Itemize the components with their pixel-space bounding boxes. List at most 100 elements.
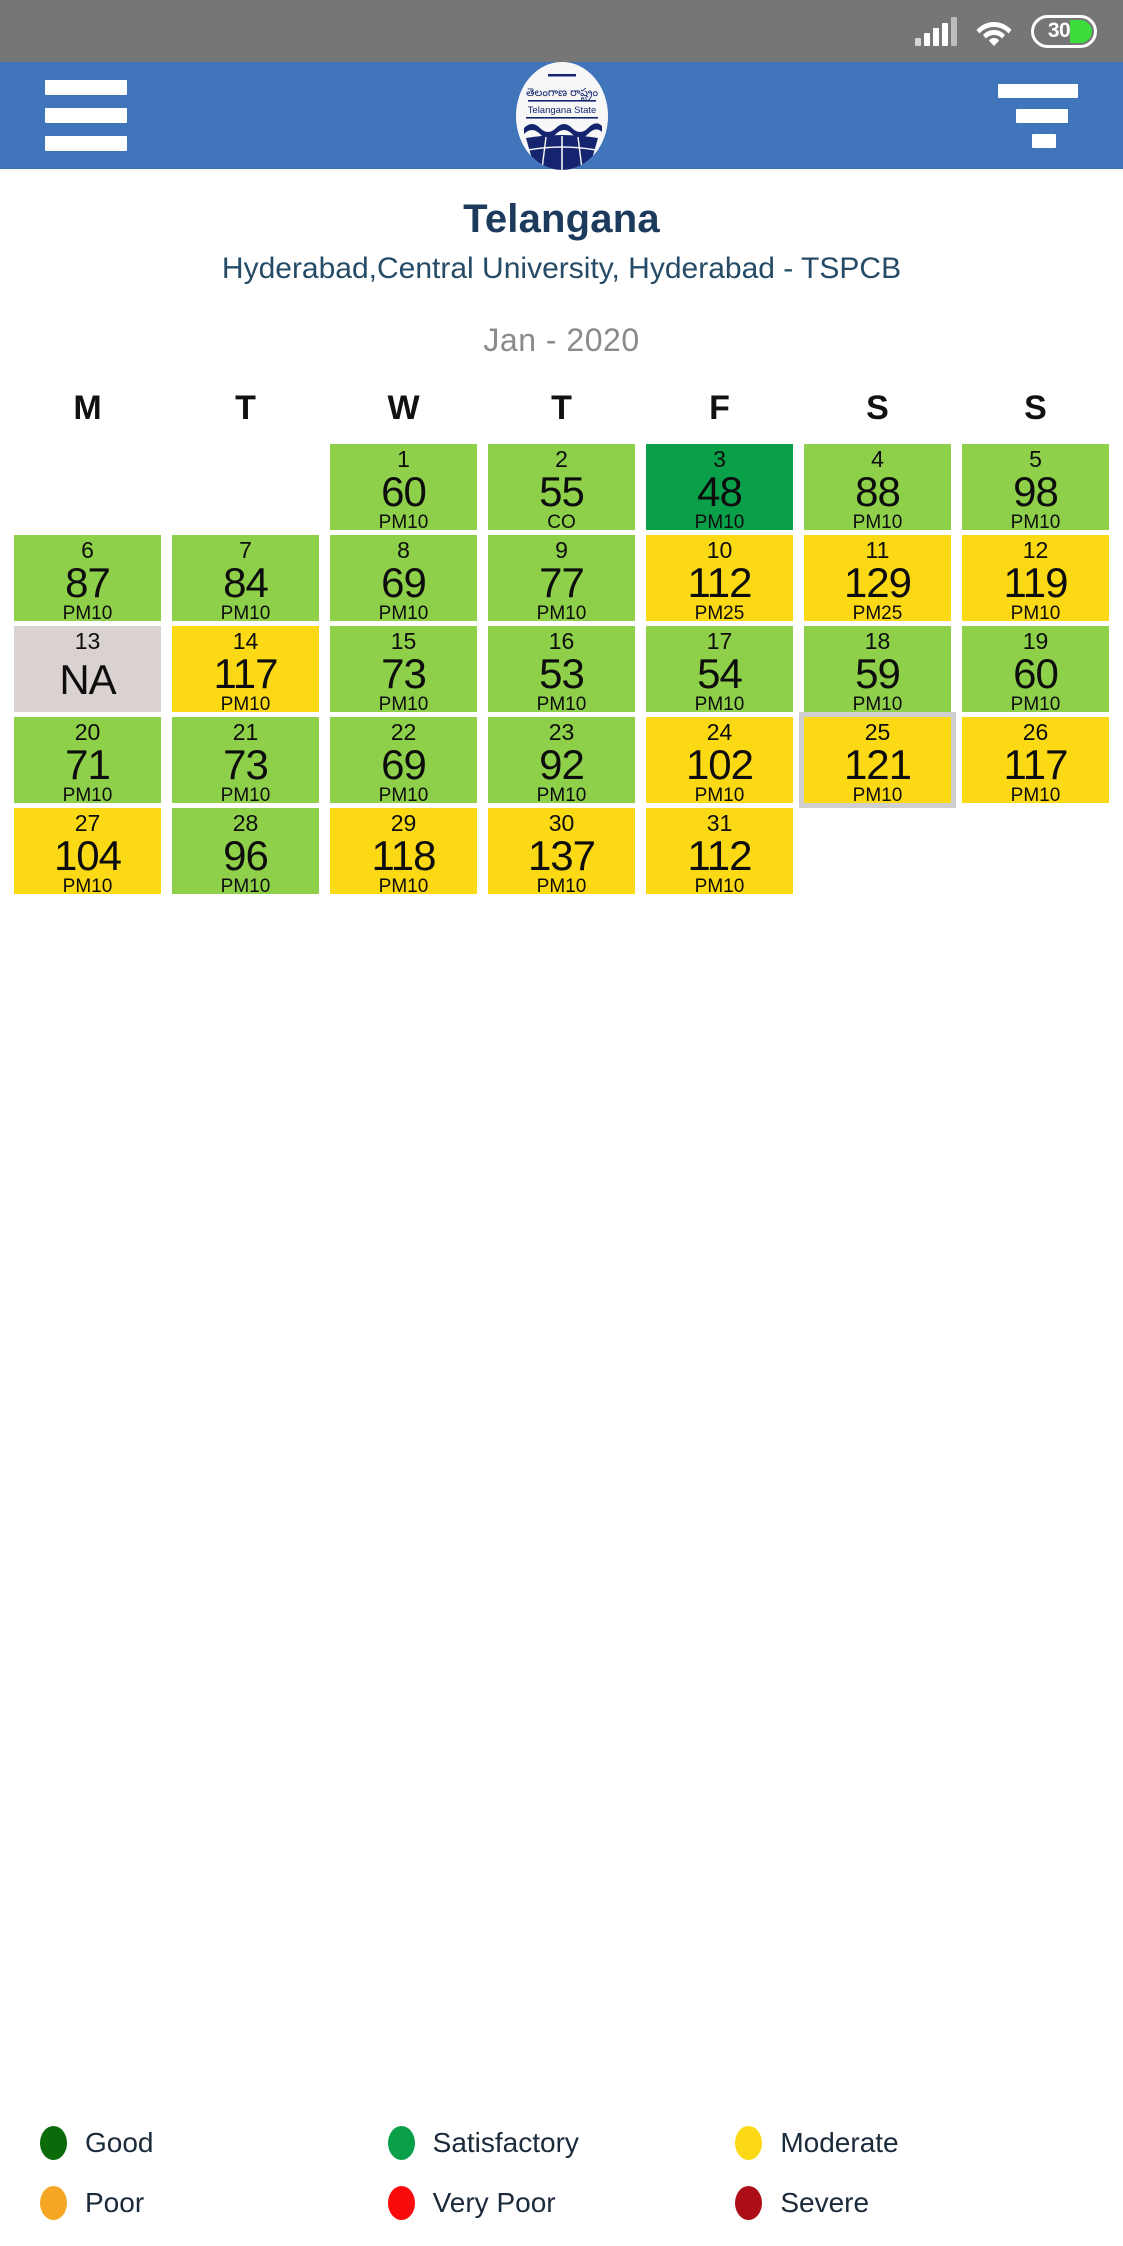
cellular-signal-icon (915, 16, 957, 46)
aqi-value: 69 (381, 741, 427, 788)
calendar-day-cell[interactable]: 27 104 PM10 (14, 808, 161, 896)
pollutant-label: PM10 (378, 785, 429, 806)
calendar-cell-slot: 13 NA (14, 626, 161, 712)
svg-text:Telangana State: Telangana State (527, 105, 596, 116)
calendar-day-cell[interactable]: 13 NA (14, 626, 161, 712)
calendar-cell-slot: 30 137 PM10 (488, 808, 635, 897)
calendar-cell-slot: 18 59 PM10 (804, 626, 951, 715)
calendar-day-cell[interactable]: 6 87 PM10 (14, 535, 161, 624)
calendar-day-cell[interactable]: 19 60 PM10 (962, 626, 1109, 715)
calendar-cell-empty (962, 808, 1109, 894)
status-bar: 30 (0, 0, 1123, 62)
calendar-cell-slot: 6 87 PM10 (14, 535, 161, 624)
calendar-day-cell[interactable]: 18 59 PM10 (804, 626, 951, 715)
calendar-cell-empty (804, 808, 951, 894)
aqi-value: 59 (855, 650, 901, 697)
pollutant-label: PM10 (536, 785, 587, 806)
wifi-icon (975, 16, 1013, 46)
weekday-header: M (73, 389, 102, 427)
calendar-day-cell[interactable]: 31 112 PM10 (646, 808, 793, 897)
weekday-header-row: MTWTFSS (14, 389, 1109, 434)
calendar-day-cell[interactable]: 25 121 PM10 (799, 712, 956, 808)
pollutant-label: PM10 (62, 785, 113, 806)
calendar-cell-slot: 21 73 PM10 (172, 717, 319, 806)
legend-color-dot (387, 2126, 415, 2160)
calendar-day-cell[interactable]: 8 69 PM10 (330, 535, 477, 624)
pollutant-label: PM10 (1010, 785, 1061, 806)
calendar-day-cell[interactable]: 28 96 PM10 (172, 808, 319, 896)
calendar-cell-slot: 20 71 PM10 (14, 717, 161, 806)
calendar-week-row: 13 NA 14 117 PM10 15 73 PM10 16 53 PM10 17 54 PM10 18 5… (14, 626, 1109, 715)
calendar-day-cell[interactable]: 24 102 PM10 (646, 717, 793, 806)
calendar-day-cell[interactable]: 30 137 PM10 (488, 808, 635, 897)
calendar-day-cell[interactable]: 2 55 CO (488, 444, 635, 532)
aqi-value: 117 (1003, 741, 1069, 788)
weekday-header: T (235, 389, 256, 427)
weekday-header: S (1024, 389, 1047, 427)
calendar-day-cell[interactable]: 17 54 PM10 (646, 626, 793, 714)
calendar-cell-slot: 15 73 PM10 (330, 626, 477, 715)
calendar-day-cell[interactable]: 4 88 PM10 (804, 444, 951, 532)
calendar-day-cell[interactable]: 10 112 PM25 (646, 535, 793, 623)
pollutant-label: PM10 (536, 603, 587, 624)
pollutant-label: PM10 (536, 876, 587, 897)
pollutant-label: PM10 (694, 785, 745, 806)
calendar-cell-slot: 1 60 PM10 (330, 444, 477, 532)
calendar-day-cell[interactable]: 12 119 PM10 (962, 535, 1109, 623)
calendar-day-cell[interactable]: 11 129 PM25 (804, 535, 951, 623)
calendar-day-cell[interactable]: 16 53 PM10 (488, 626, 635, 714)
calendar-day-cell[interactable]: 3 48 PM10 (646, 444, 793, 532)
day-number: 13 (74, 628, 101, 654)
aqi-value: 98 (1013, 468, 1059, 515)
calendar-day-cell[interactable]: 22 69 PM10 (330, 717, 477, 806)
calendar-day-cell[interactable]: 14 117 PM10 (172, 626, 319, 714)
hamburger-menu-icon[interactable] (45, 80, 127, 151)
pollutant-label: PM10 (378, 603, 429, 624)
aqi-value: 60 (1013, 650, 1059, 697)
calendar-cell-empty (172, 444, 319, 530)
calendar-week-row: 6 87 PM10 7 84 PM10 8 69 PM10 9 77 PM10 10 112 PM25 11 1… (14, 535, 1109, 624)
calendar-cell-slot: 7 84 PM10 (172, 535, 319, 623)
legend-row: Good Satisfactory Moderate (40, 2126, 1083, 2160)
legend-item: Good (40, 2126, 388, 2160)
calendar-day-cell[interactable]: 1 60 PM10 (330, 444, 477, 532)
legend-row: Poor Very Poor Severe (40, 2186, 1083, 2220)
calendar-day-cell[interactable]: 7 84 PM10 (172, 535, 319, 623)
legend-color-dot (735, 2186, 763, 2220)
calendar-day-cell[interactable]: 26 117 PM10 (962, 717, 1109, 806)
calendar-cell-slot (804, 808, 951, 894)
pollutant-label: PM10 (378, 694, 429, 715)
aqi-value: 137 (527, 832, 596, 879)
pollutant-label: PM10 (62, 603, 113, 624)
calendar-day-cell[interactable]: 21 73 PM10 (172, 717, 319, 806)
aqi-value: 48 (697, 468, 743, 515)
calendar-cell-slot: 26 117 PM10 (962, 717, 1109, 806)
aqi-value: 53 (539, 650, 585, 697)
legend-color-dot (387, 2186, 415, 2220)
pollutant-label: PM10 (1010, 694, 1061, 715)
station-subtitle: Hyderabad,Central University, Hyderabad … (221, 252, 902, 285)
aqi-value: 104 (53, 832, 122, 879)
aqi-value: 88 (855, 468, 901, 515)
calendar-day-cell[interactable]: 9 77 PM10 (488, 535, 635, 624)
calendar-cell-slot (14, 444, 161, 530)
calendar-cell-slot: 28 96 PM10 (172, 808, 319, 896)
aqi-calendar: M T W T F S S 1 60 PM10 2 55 CO 3 48 PM10 4 88 PM10 5 98 PM1… (0, 389, 1123, 897)
filter-icon[interactable] (998, 83, 1078, 148)
legend-label: Good (85, 2127, 154, 2158)
legend-label: Very Poor (432, 2187, 556, 2218)
aqi-value: 119 (1003, 559, 1069, 606)
aqi-legend: Good Satisfactory Moderate Poor Very Poor Se… (0, 2126, 1123, 2220)
calendar-day-cell[interactable]: 23 92 PM10 (488, 717, 635, 806)
legend-color-dot (40, 2126, 67, 2160)
pollutant-label: PM10 (220, 785, 271, 806)
calendar-week-row: 27 104 PM10 28 96 PM10 29 118 PM10 30 137 PM10 31 112… (14, 808, 1109, 897)
calendar-day-cell[interactable]: 15 73 PM10 (330, 626, 477, 715)
pollutant-label: PM10 (852, 694, 903, 715)
pollutant-label: PM10 (694, 876, 745, 897)
calendar-day-cell[interactable]: 20 71 PM10 (14, 717, 161, 806)
weekday-header: F (709, 389, 730, 427)
calendar-day-cell[interactable]: 5 98 PM10 (962, 444, 1109, 532)
legend-color-dot (735, 2126, 763, 2160)
calendar-day-cell[interactable]: 29 118 PM10 (330, 808, 477, 896)
